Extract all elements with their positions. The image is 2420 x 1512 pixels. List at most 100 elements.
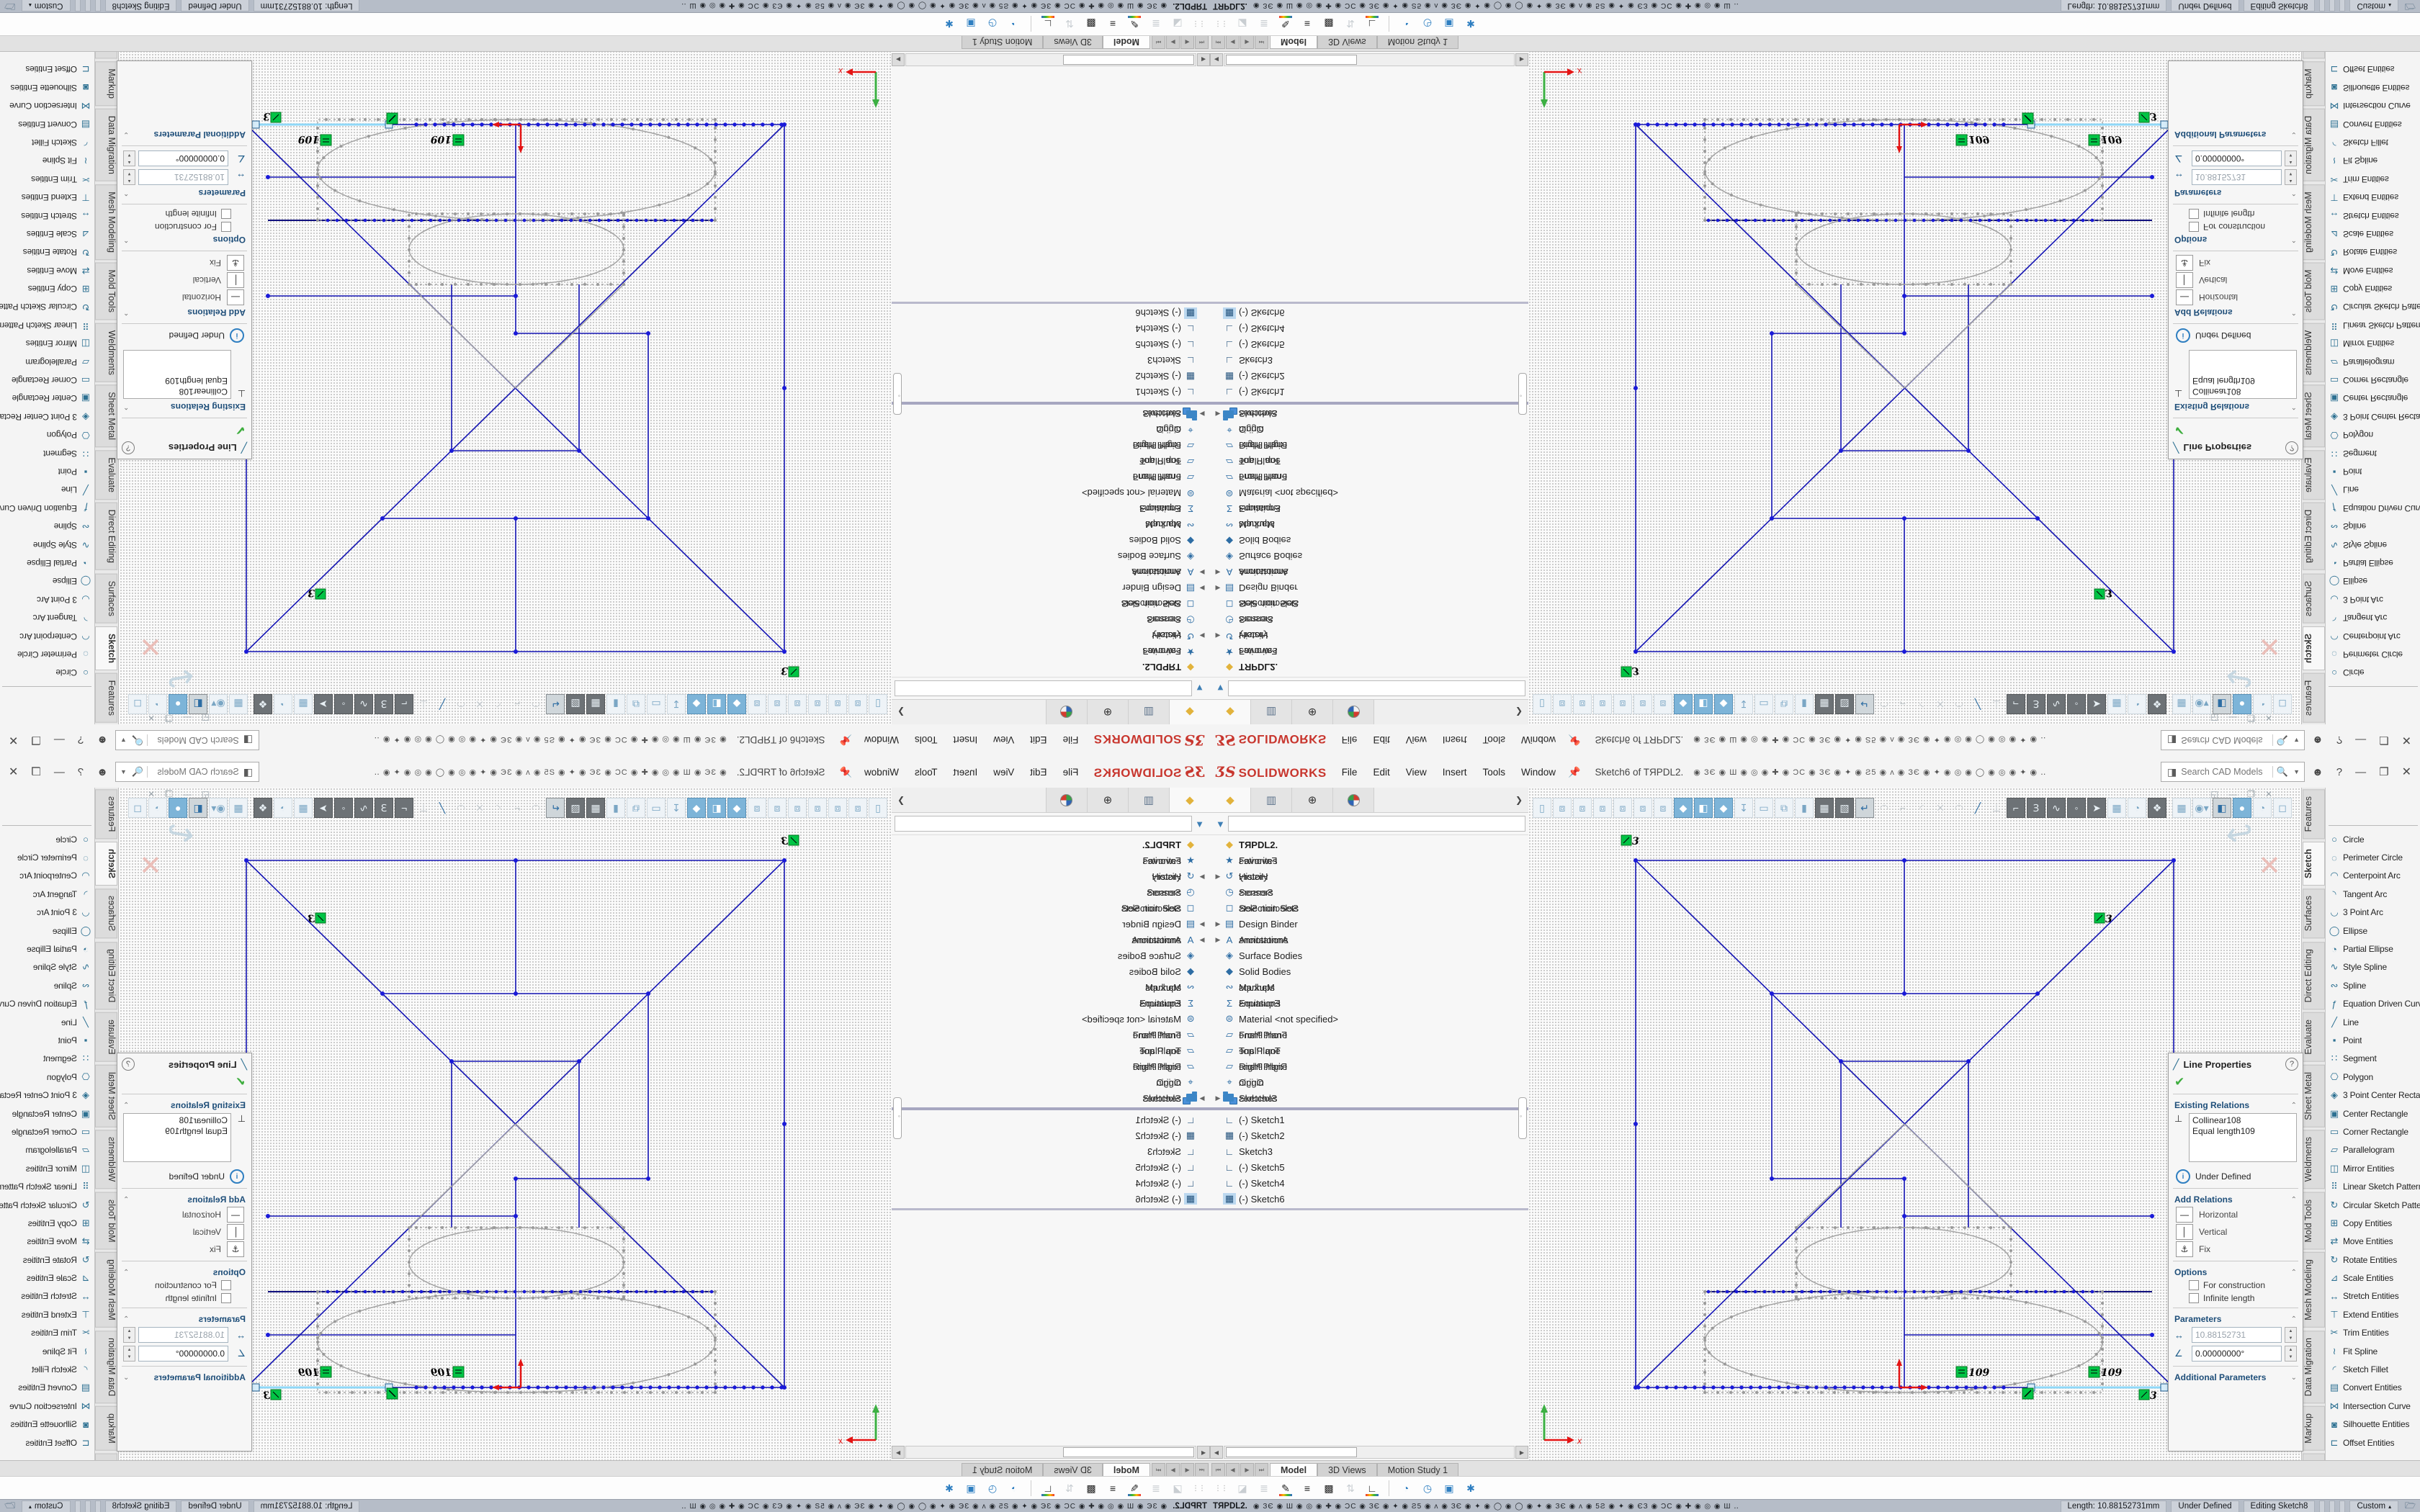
add-relation-horizontal[interactable]: —Horizontal bbox=[117, 1206, 251, 1223]
flyout-copy-entities[interactable]: ⊞Copy Entities bbox=[0, 1214, 94, 1232]
menu-view[interactable]: View bbox=[985, 767, 1022, 778]
tree-root-row[interactable]: ◆ TЯPDL2. bbox=[1210, 660, 1528, 675]
flyout-offset-entities[interactable]: ⊏Offset Entities bbox=[2326, 1434, 2420, 1452]
tree-item--sketch5[interactable]: ∟(-) Sketch5 bbox=[892, 337, 1210, 353]
tree-item--sketch5[interactable]: ∟(-) Sketch5 bbox=[892, 1159, 1210, 1175]
parameter-field[interactable]: ∠0.00000000°▲▼ bbox=[117, 149, 251, 168]
tab-sketch[interactable]: Sketch bbox=[2303, 626, 2325, 670]
flyout-copy-entities[interactable]: ⊞Copy Entities bbox=[2326, 279, 2420, 297]
minimize-button[interactable]: — bbox=[54, 734, 65, 747]
flyout-offset-entities[interactable]: ⊏Offset Entities bbox=[0, 1434, 94, 1452]
layers-icon[interactable]: ≣ bbox=[1255, 15, 1273, 32]
flyout-silhouette-entities[interactable]: ◙Silhouette Entities bbox=[0, 78, 94, 96]
restore-button[interactable]: ❐ bbox=[31, 765, 40, 778]
additional-parameters-header[interactable]: Additional Parameters bbox=[154, 1372, 246, 1382]
options-header[interactable]: Options bbox=[213, 1267, 246, 1277]
search-input[interactable] bbox=[2179, 766, 2272, 778]
flyout-offset-entities[interactable]: ⊏Offset Entities bbox=[0, 60, 94, 78]
halftone-icon[interactable]: ▩ bbox=[1082, 15, 1101, 32]
tree-item-markups[interactable]: ∾MarkupsMarkups bbox=[892, 979, 1210, 995]
featuremanager-tab[interactable]: ◆ bbox=[1169, 700, 1210, 724]
parameter-field[interactable]: ∠0.00000000°▲▼ bbox=[117, 1344, 251, 1363]
close-button[interactable]: ✕ bbox=[9, 733, 18, 747]
options-header[interactable]: Options bbox=[213, 235, 246, 245]
flyout-linear-sketch-pattern[interactable]: ⠿Linear Sketch Pattern bbox=[0, 1177, 94, 1195]
tab-features[interactable]: Features bbox=[2303, 789, 2325, 839]
scroll-left-arrow[interactable]: ◀ bbox=[1210, 53, 1223, 66]
parameter-field[interactable]: ∠0.00000000°▲▼ bbox=[2169, 149, 2303, 168]
flyout-center-rectangle[interactable]: ▣Center Rectangle bbox=[0, 1104, 94, 1122]
checkbox-infinite-length[interactable]: Infinite length bbox=[117, 207, 251, 220]
add-relations-header[interactable]: Add Relations bbox=[2174, 307, 2233, 318]
flyout-scale-entities[interactable]: ⊿Scale Entities bbox=[2326, 225, 2420, 243]
tree-splitter-bottom[interactable] bbox=[1210, 1208, 1528, 1210]
flyout-perimeter-circle[interactable]: ◌Perimeter Circle bbox=[2326, 848, 2420, 866]
halftone-icon[interactable]: ▩ bbox=[1082, 1480, 1101, 1497]
pin-icon[interactable]: 📌 bbox=[1568, 734, 1580, 747]
scroll-right-arrow[interactable]: ▶ bbox=[892, 53, 905, 66]
existing-relations-header[interactable]: Existing Relations bbox=[171, 1100, 246, 1110]
halftone-icon[interactable]: ▩ bbox=[1319, 15, 1338, 32]
eraser-icon[interactable]: ◪ bbox=[1233, 15, 1252, 32]
account-icon[interactable]: ☻ bbox=[2312, 766, 2323, 778]
tab-nav-button[interactable]: ⏭ bbox=[1255, 1463, 1268, 1477]
propertymanager-tab[interactable]: ▥ bbox=[1128, 700, 1169, 724]
menu-tools[interactable]: Tools bbox=[907, 767, 946, 778]
tree-item-design-binder[interactable]: ▶▤Design Binder bbox=[892, 916, 1210, 932]
chevron-down-icon[interactable]: ▼ bbox=[119, 737, 128, 744]
tab-scroll-buttons[interactable]: ⏮◀▶⏭ bbox=[1152, 35, 1209, 49]
flyout-center-rectangle[interactable]: ▣Center Rectangle bbox=[0, 390, 94, 408]
flyout-circle[interactable]: ○Circle bbox=[0, 664, 94, 682]
tree-filter-input[interactable] bbox=[1228, 680, 1525, 696]
tab-nav-button[interactable]: ⏮ bbox=[1211, 1463, 1225, 1477]
layers-icon[interactable]: ≣ bbox=[1147, 1480, 1165, 1497]
color-corner-icon[interactable]: ∟ bbox=[1039, 1480, 1057, 1497]
configurationmanager-tab[interactable]: ⊕ bbox=[1087, 788, 1128, 812]
tree-item-annotations[interactable]: ▶AAnnotationsAnnotations bbox=[1210, 564, 1528, 580]
brush-icon[interactable]: ✎ bbox=[1276, 1480, 1295, 1497]
panel-expand-chevron[interactable]: ❯ bbox=[1510, 788, 1528, 812]
tree-item-history[interactable]: ▶↺HistoryHistory bbox=[1210, 628, 1528, 644]
tab-evaluate[interactable]: Evaluate bbox=[95, 450, 117, 500]
flyout-intersection-curve[interactable]: ⋈Intersection Curve bbox=[2326, 97, 2420, 115]
tree-item-front-plane[interactable]: ▱Front PlaneFront Plane bbox=[1210, 469, 1528, 485]
doc-tab-model[interactable]: Model bbox=[1270, 35, 1317, 49]
flyout-silhouette-entities[interactable]: ◙Silhouette Entities bbox=[0, 1416, 94, 1434]
flyout-line[interactable]: ╱Line bbox=[2326, 1013, 2420, 1031]
relation-item[interactable]: Collinear108 bbox=[2192, 1115, 2293, 1126]
tree-item-equations[interactable]: ΣEquationsEquations bbox=[892, 995, 1210, 1011]
tab-surfaces[interactable]: Surfaces bbox=[95, 573, 117, 623]
flyout-center-rectangle[interactable]: ▣Center Rectangle bbox=[2326, 390, 2420, 408]
layers-icon[interactable]: ≣ bbox=[1255, 1480, 1273, 1497]
flyout-point[interactable]: ▪Point bbox=[2326, 1031, 2420, 1049]
tree-item-selection-sets[interactable]: ◻Selection SetsSelection Sets bbox=[1210, 596, 1528, 612]
flyout-style-spline[interactable]: ∿Style Spline bbox=[0, 958, 94, 976]
flyout-polygon[interactable]: ⎔Polygon bbox=[0, 426, 94, 444]
flyout-circular-sketch-pattern[interactable]: ↻Circular Sketch Pattern bbox=[2326, 298, 2420, 316]
additional-parameters-header[interactable]: Additional Parameters bbox=[2174, 130, 2266, 140]
flyout-mirror-entities[interactable]: ◫Mirror Entities bbox=[2326, 1159, 2420, 1177]
parameters-header[interactable]: Parameters bbox=[2174, 1314, 2221, 1324]
flyout-equation-driven-curve[interactable]: ƒEquation Driven Curve bbox=[2326, 995, 2420, 1013]
gear-clock-icon[interactable]: ◔ bbox=[1005, 15, 1023, 32]
tree-item-solid-bodies[interactable]: ◆Solid Bodies bbox=[892, 533, 1210, 549]
checkbox-infinite-length[interactable]: Infinite length bbox=[2169, 1292, 2303, 1305]
search-icon[interactable]: 🔍 bbox=[128, 734, 148, 746]
flyout-parallelogram[interactable]: ▱Parallelogram bbox=[0, 1141, 94, 1159]
flyout-convert-entities[interactable]: ▤Convert Entities bbox=[2326, 115, 2420, 133]
flyout-mirror-entities[interactable]: ◫Mirror Entities bbox=[0, 335, 94, 353]
tree-item--sketch2[interactable]: ▦(-) Sketch2 bbox=[892, 369, 1210, 384]
scrollbar-thumb[interactable] bbox=[1226, 1447, 1357, 1457]
tree-vertical-scrollbar[interactable] bbox=[893, 1097, 902, 1139]
tab-mesh-modeling[interactable]: Mesh Modeling bbox=[2303, 1252, 2325, 1328]
doc-tab-motion-study-1[interactable]: Motion Study 1 bbox=[1377, 35, 1458, 49]
relation-item[interactable]: Equal length109 bbox=[127, 1126, 228, 1137]
checkbox-infinite-length[interactable]: Infinite length bbox=[2169, 207, 2303, 220]
tab-features[interactable]: Features bbox=[95, 789, 117, 839]
tab-scroll-buttons[interactable]: ⏮◀▶⏭ bbox=[1152, 1463, 1209, 1477]
flyout-intersection-curve[interactable]: ⋈Intersection Curve bbox=[0, 97, 94, 115]
add-relation-fix[interactable]: ⚓Fix bbox=[117, 254, 251, 271]
status-display-mode[interactable]: Custom▴ bbox=[22, 1500, 71, 1512]
tree-splitter-bottom[interactable] bbox=[1210, 302, 1528, 304]
add-relations-header[interactable]: Add Relations bbox=[2174, 1194, 2233, 1205]
